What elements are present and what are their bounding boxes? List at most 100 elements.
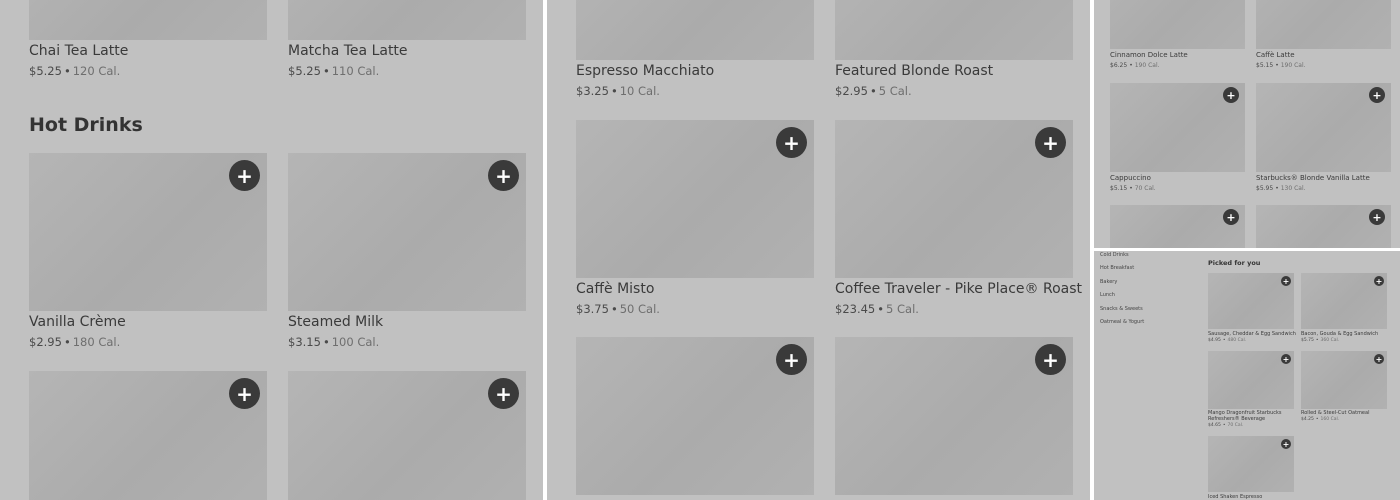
menu-item-calories: 360 Cal. <box>1320 338 1340 343</box>
sidebar-item-bakery[interactable]: Bakery <box>1100 279 1117 285</box>
add-to-cart-button[interactable]: + <box>1223 209 1239 225</box>
menu-item-price: $3.75 <box>576 302 609 316</box>
menu-item-price: $4.65 <box>1208 423 1221 428</box>
sidebar-item-oatmeal-yogurt[interactable]: Oatmeal & Yogurt <box>1100 319 1144 325</box>
separator-dot: • <box>610 302 618 316</box>
menu-item-price: $2.95 <box>835 84 868 98</box>
menu-item-calories: 180 Cal. <box>72 335 121 349</box>
separator-dot: • <box>1315 338 1319 343</box>
menu-item-card[interactable]: + <box>29 371 267 500</box>
menu-item-card[interactable]: Espresso Macchiato $3.25 • 10 Cal. <box>576 0 814 110</box>
menu-item-card[interactable]: Matcha Tea Latte $5.25 • 110 Cal. <box>288 0 526 90</box>
menu-item-name: Cappuccino <box>1110 174 1151 182</box>
section-title-picked-for-you: Picked for you <box>1208 259 1261 267</box>
menu-item-name-line-2: Refreshers® Beverage <box>1208 416 1266 422</box>
menu-item-meta: $5.25 • 120 Cal. <box>29 64 120 78</box>
menu-item-card[interactable]: + <box>1256 205 1391 248</box>
add-to-cart-button[interactable]: + <box>1369 87 1385 103</box>
menu-panel-2: Espresso Macchiato $3.25 • 10 Cal. Feature… <box>547 0 1090 500</box>
menu-item-image <box>1110 0 1245 49</box>
menu-item-card[interactable]: + Sausage, Cheddar & Egg Sandwich $4.95 •… <box>1208 273 1296 345</box>
add-to-cart-button[interactable]: + <box>1035 344 1066 375</box>
menu-item-card[interactable]: Chai Tea Latte $5.25 • 120 Cal. <box>29 0 267 90</box>
menu-item-price: $5.75 <box>1301 338 1314 343</box>
menu-item-image <box>288 0 526 40</box>
menu-item-card[interactable]: + Rolled & Steel-Cut Oatmeal $4.25 • 160 C… <box>1301 351 1387 423</box>
menu-item-calories: 190 Cal. <box>1280 62 1306 69</box>
add-to-cart-button[interactable]: + <box>776 127 807 158</box>
menu-item-name: Espresso Macchiato <box>576 63 715 79</box>
separator-dot: • <box>63 64 71 78</box>
separator-dot: • <box>1129 185 1133 192</box>
add-to-cart-button[interactable]: + <box>488 378 519 409</box>
menu-item-price: $5.25 <box>29 64 62 78</box>
add-to-cart-button[interactable]: + <box>1281 439 1291 449</box>
menu-item-name: Caffè Latte <box>1256 51 1295 59</box>
menu-item-calories: 480 Cal. <box>1227 338 1247 343</box>
separator-dot: • <box>1222 338 1226 343</box>
menu-item-meta: $4.25 • 160 Cal. <box>1301 417 1339 422</box>
menu-item-meta: $23.45 • 5 Cal. <box>835 302 919 316</box>
add-to-cart-button[interactable]: + <box>1374 276 1384 286</box>
menu-item-card[interactable]: + <box>835 337 1073 495</box>
add-to-cart-button[interactable]: + <box>229 378 260 409</box>
menu-item-card[interactable]: + Iced Shaken Espresso <box>1208 436 1294 500</box>
menu-panel-1: Chai Tea Latte $5.25 • 120 Cal. Matcha Tea… <box>0 0 543 500</box>
menu-item-meta: $3.15 • 100 Cal. <box>288 335 379 349</box>
menu-item-card[interactable]: + <box>288 371 526 500</box>
sidebar-item-snacks-sweets[interactable]: Snacks & Sweets <box>1100 306 1143 312</box>
menu-item-price: $5.15 <box>1256 62 1274 69</box>
menu-item-meta: $4.65 • 70 Cal. <box>1208 423 1243 428</box>
menu-item-price: $2.95 <box>29 335 62 349</box>
separator-dot: • <box>322 335 330 349</box>
menu-item-card[interactable]: + Vanilla Crème $2.95 • 180 Cal. <box>29 153 267 353</box>
menu-item-name: Caffè Misto <box>576 281 655 297</box>
menu-item-card[interactable]: + Cappuccino $5.15 • 70 Cal. <box>1110 83 1245 195</box>
separator-dot: • <box>1315 417 1319 422</box>
add-to-cart-button[interactable]: + <box>1281 276 1291 286</box>
menu-panel-3: Cinnamon Dolce Latte $6.25 • 190 Cal. Caff… <box>1094 0 1400 248</box>
add-to-cart-button[interactable]: + <box>1035 127 1066 158</box>
menu-item-card[interactable]: + Bacon, Gouda & Egg Sandwich $5.75 • 360 … <box>1301 273 1387 345</box>
menu-item-meta: $5.15 • 70 Cal. <box>1110 185 1156 192</box>
menu-item-calories: 130 Cal. <box>1280 185 1306 192</box>
menu-item-card[interactable]: + Caffè Misto $3.75 • 50 Cal. <box>576 120 814 320</box>
menu-item-card[interactable]: + <box>1110 205 1245 248</box>
sidebar-item-lunch[interactable]: Lunch <box>1100 292 1115 298</box>
menu-item-card[interactable]: + <box>576 337 814 495</box>
menu-item-name: Bacon, Gouda & Egg Sandwich <box>1301 331 1379 337</box>
menu-item-price: $4.95 <box>1208 338 1221 343</box>
menu-item-meta: $4.95 • 480 Cal. <box>1208 338 1246 343</box>
menu-item-meta: $5.15 • 190 Cal. <box>1256 62 1306 69</box>
menu-item-name: Vanilla Crème <box>29 314 126 330</box>
add-to-cart-button[interactable]: + <box>488 160 519 191</box>
menu-item-card[interactable]: + Starbucks® Blonde Vanilla Latte $5.95 •… <box>1256 83 1391 195</box>
menu-item-calories: 190 Cal. <box>1134 62 1160 69</box>
separator-dot: • <box>610 84 618 98</box>
add-to-cart-button[interactable]: + <box>229 160 260 191</box>
sidebar-item-cold-drinks[interactable]: Cold Drinks <box>1100 252 1129 258</box>
menu-item-card[interactable]: + Steamed Milk $3.15 • 100 Cal. <box>288 153 526 353</box>
menu-item-card[interactable]: Featured Blonde Roast $2.95 • 5 Cal. <box>835 0 1073 110</box>
add-to-cart-button[interactable]: + <box>1369 209 1385 225</box>
menu-item-name: Sausage, Cheddar & Egg Sandwich <box>1208 331 1296 337</box>
menu-panel-4: Cold Drinks Hot Breakfast Bakery Lunch S… <box>1094 251 1400 500</box>
menu-item-card[interactable]: + Mango Dragonfruit Starbucks Refreshers… <box>1208 351 1294 431</box>
add-to-cart-button[interactable]: + <box>776 344 807 375</box>
sidebar-item-hot-breakfast[interactable]: Hot Breakfast <box>1100 265 1134 271</box>
menu-item-card[interactable]: Cinnamon Dolce Latte $6.25 • 190 Cal. <box>1110 0 1245 72</box>
menu-item-card[interactable]: + Coffee Traveler - Pike Place® Roast $2… <box>835 120 1082 320</box>
menu-item-meta: $5.95 • 130 Cal. <box>1256 185 1306 192</box>
separator-dot: • <box>1222 423 1226 428</box>
menu-item-calories: 110 Cal. <box>331 64 380 78</box>
add-to-cart-button[interactable]: + <box>1281 354 1291 364</box>
menu-item-meta: $6.25 • 190 Cal. <box>1110 62 1160 69</box>
menu-item-price: $5.95 <box>1256 185 1274 192</box>
add-to-cart-button[interactable]: + <box>1223 87 1239 103</box>
separator-dot: • <box>322 64 330 78</box>
menu-item-image <box>1256 0 1391 49</box>
add-to-cart-button[interactable]: + <box>1374 354 1384 364</box>
menu-item-calories: 160 Cal. <box>1320 417 1340 422</box>
menu-item-card[interactable]: Caffè Latte $5.15 • 190 Cal. <box>1256 0 1391 72</box>
section-title-hot-drinks: Hot Drinks <box>29 114 143 136</box>
